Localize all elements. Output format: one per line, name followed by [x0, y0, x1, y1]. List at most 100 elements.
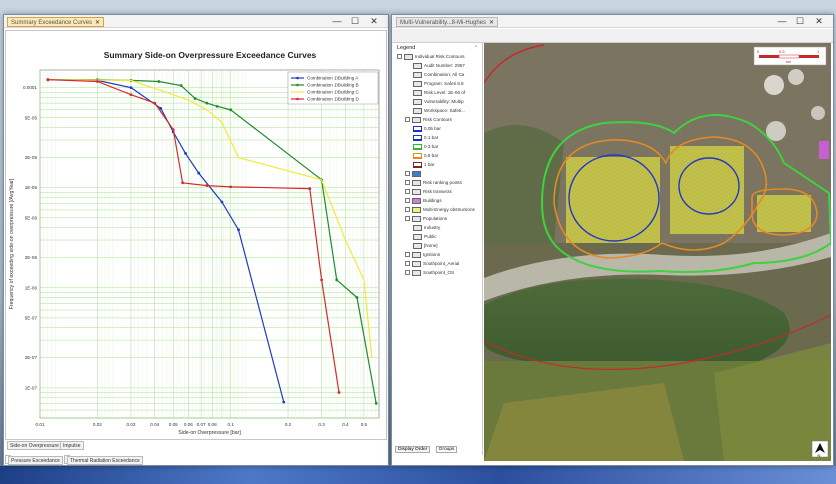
legend-label: Combination 1\Building C	[307, 90, 360, 95]
layer-visibility-checkbox[interactable]	[405, 252, 410, 258]
legend-item[interactable]: Risk ranking points	[405, 179, 462, 187]
data-point	[95, 80, 99, 83]
data-point	[308, 187, 312, 190]
tab-groups[interactable]: Groups	[435, 446, 458, 453]
legend-swatch-icon	[413, 242, 422, 249]
tab-side-on-overpressure[interactable]: Side-on Overpressure	[7, 441, 62, 450]
aerial-map[interactable]: 0 0.5 1 km N	[484, 43, 831, 461]
legend-item[interactable]: Industry	[413, 224, 440, 232]
x-tick-label: 0.03	[126, 422, 135, 427]
data-point	[171, 128, 175, 132]
legend-item[interactable]	[405, 170, 423, 178]
legend-marker	[296, 76, 299, 80]
data-point	[197, 171, 201, 175]
legend-item[interactable]: Risk Contours	[405, 116, 452, 124]
tab-pressure-exceedance[interactable]: ▪ Pressure Exceedance	[5, 455, 63, 465]
legend-item[interactable]: Buildings	[405, 197, 442, 205]
legend-item-label: 0.1 bar	[424, 135, 439, 140]
y-axis-label: Frequency of exceeding side-on overpress…	[9, 178, 15, 309]
legend-item[interactable]: Risk Level: 1E-06 of	[413, 89, 465, 97]
y-tick-label: 0.0001	[23, 85, 37, 90]
x-tick-label: 0.04	[150, 422, 159, 427]
legend-item[interactable]: Southpoint_Aerial	[405, 260, 459, 268]
legend-swatch-icon	[412, 188, 421, 195]
legend-swatch-icon	[404, 53, 413, 60]
legend-item[interactable]: Multi-Energy obstructions	[405, 206, 475, 214]
legend-label: Combination 1\Building D	[307, 97, 360, 102]
data-point	[179, 84, 183, 87]
data-point	[337, 391, 341, 394]
tab-close-icon[interactable]: ✕	[489, 20, 494, 26]
tab-thermal-radiation-exceedance[interactable]: ▪ Thermal Radiation Exceedance	[64, 455, 143, 465]
data-point	[335, 278, 339, 282]
tab-summary-exceedance-curves[interactable]: Summary Exceedance Curves ✕	[7, 17, 105, 27]
legend-item-label: Populations	[423, 216, 448, 221]
legend-item[interactable]: 0.1 bar	[413, 134, 438, 142]
layer-visibility-checkbox[interactable]	[405, 189, 410, 195]
layer-visibility-checkbox[interactable]	[405, 180, 410, 186]
legend-item-label: 1 bar	[424, 162, 435, 167]
taskbar-wallpaper-strip	[0, 466, 836, 484]
map-view[interactable]: 0 0.5 1 km N	[484, 43, 831, 461]
legend-swatch-icon	[413, 62, 422, 69]
legend-item[interactable]: Combination: All Ca	[413, 71, 464, 79]
close-button[interactable]: ✕	[367, 16, 381, 27]
legend-item[interactable]: 1 bar	[413, 161, 434, 169]
map-top-separator	[392, 29, 833, 43]
legend-item[interactable]: Populations	[405, 215, 447, 223]
maximize-button[interactable]: ☐	[793, 16, 807, 27]
legend-swatch-icon	[413, 224, 422, 231]
legend-collapse-icon[interactable]: ▫	[475, 44, 477, 50]
legend-bottom-tabs: Display Order Groups	[395, 446, 458, 453]
north-arrow-label: N	[818, 453, 821, 458]
storage-tank	[811, 106, 825, 120]
data-point	[220, 200, 224, 204]
layer-visibility-checkbox[interactable]	[405, 171, 410, 177]
minimize-button[interactable]: —	[330, 16, 344, 27]
close-button[interactable]: ✕	[812, 16, 826, 27]
legend-item-label: Public	[424, 234, 437, 239]
legend-item[interactable]: 0.5 bar	[413, 152, 438, 160]
layer-visibility-checkbox[interactable]	[405, 270, 410, 276]
tab-close-icon[interactable]: ✕	[95, 20, 100, 26]
minimize-button[interactable]: —	[775, 16, 789, 27]
legend-item[interactable]: Workspace: Safeti...	[413, 107, 465, 115]
legend-item-label: Risk ranking points	[423, 180, 462, 185]
data-point	[320, 278, 324, 282]
scale-bar-segment	[799, 55, 819, 58]
layer-visibility-checkbox[interactable]	[405, 117, 410, 123]
data-point	[157, 80, 161, 83]
legend-item[interactable]: Public	[413, 233, 437, 241]
tab-multi-vulnerability[interactable]: Multi-Vulnerability...8-Mi-Hughes ✕	[396, 17, 499, 27]
legend-item[interactable]: Ignitions	[405, 251, 440, 259]
tab-display-order[interactable]: Display Order	[395, 446, 431, 453]
x-tick-label: 0.1	[227, 422, 234, 427]
legend-item[interactable]: Southpoint_OS	[405, 269, 454, 277]
legend-item-label: Southpoint_OS	[423, 270, 455, 275]
layer-visibility-checkbox[interactable]	[397, 54, 402, 60]
legend-swatch-icon	[412, 215, 421, 222]
legend-item[interactable]: 0.3 bar	[413, 143, 438, 151]
x-tick-label: 0.01	[36, 422, 45, 427]
legend-item[interactable]: 0.05 bar	[413, 125, 441, 133]
layer-visibility-checkbox[interactable]	[405, 207, 410, 213]
x-tick-label: 0.05	[169, 422, 178, 427]
legend-tree: Individual Risk Contours Audit Number: 29…	[393, 53, 483, 443]
legend-swatch-icon	[413, 161, 422, 168]
legend-swatch-icon	[413, 80, 422, 87]
exceedance-chart: 0.01 0.02 0.03 0.04 0.05 0.06 0.07 0.08 0.1 0.2 0.…	[9, 69, 380, 436]
legend-item[interactable]: Individual Risk Contours	[397, 53, 465, 61]
legend-item[interactable]: Program: Safeti 8.8	[413, 80, 464, 88]
layer-visibility-checkbox[interactable]	[405, 261, 410, 267]
legend-item[interactable]: Audit Number: 2957	[413, 62, 465, 70]
legend-item[interactable]: Vulnerability: Multip	[413, 98, 464, 106]
layer-visibility-checkbox[interactable]	[405, 216, 410, 222]
maximize-button[interactable]: ☐	[348, 16, 362, 27]
legend-item-label: 0.5 bar	[424, 153, 439, 158]
legend-item[interactable]: [None]	[413, 242, 438, 250]
legend-item[interactable]: Risk transects	[405, 188, 452, 196]
tab-impulse[interactable]: Impulse	[60, 441, 84, 450]
layer-visibility-checkbox[interactable]	[405, 198, 410, 204]
legend-item-label: Buildings	[423, 198, 442, 203]
obstruction-area	[757, 195, 811, 232]
